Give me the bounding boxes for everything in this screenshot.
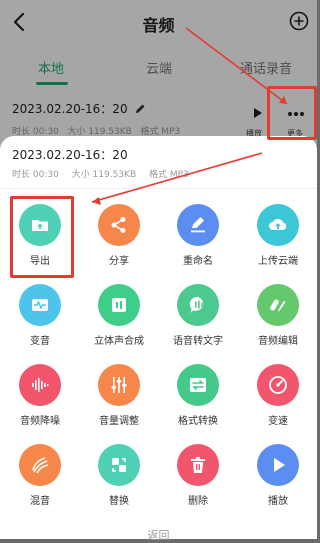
highlight-arrow-icon <box>91 27 288 205</box>
